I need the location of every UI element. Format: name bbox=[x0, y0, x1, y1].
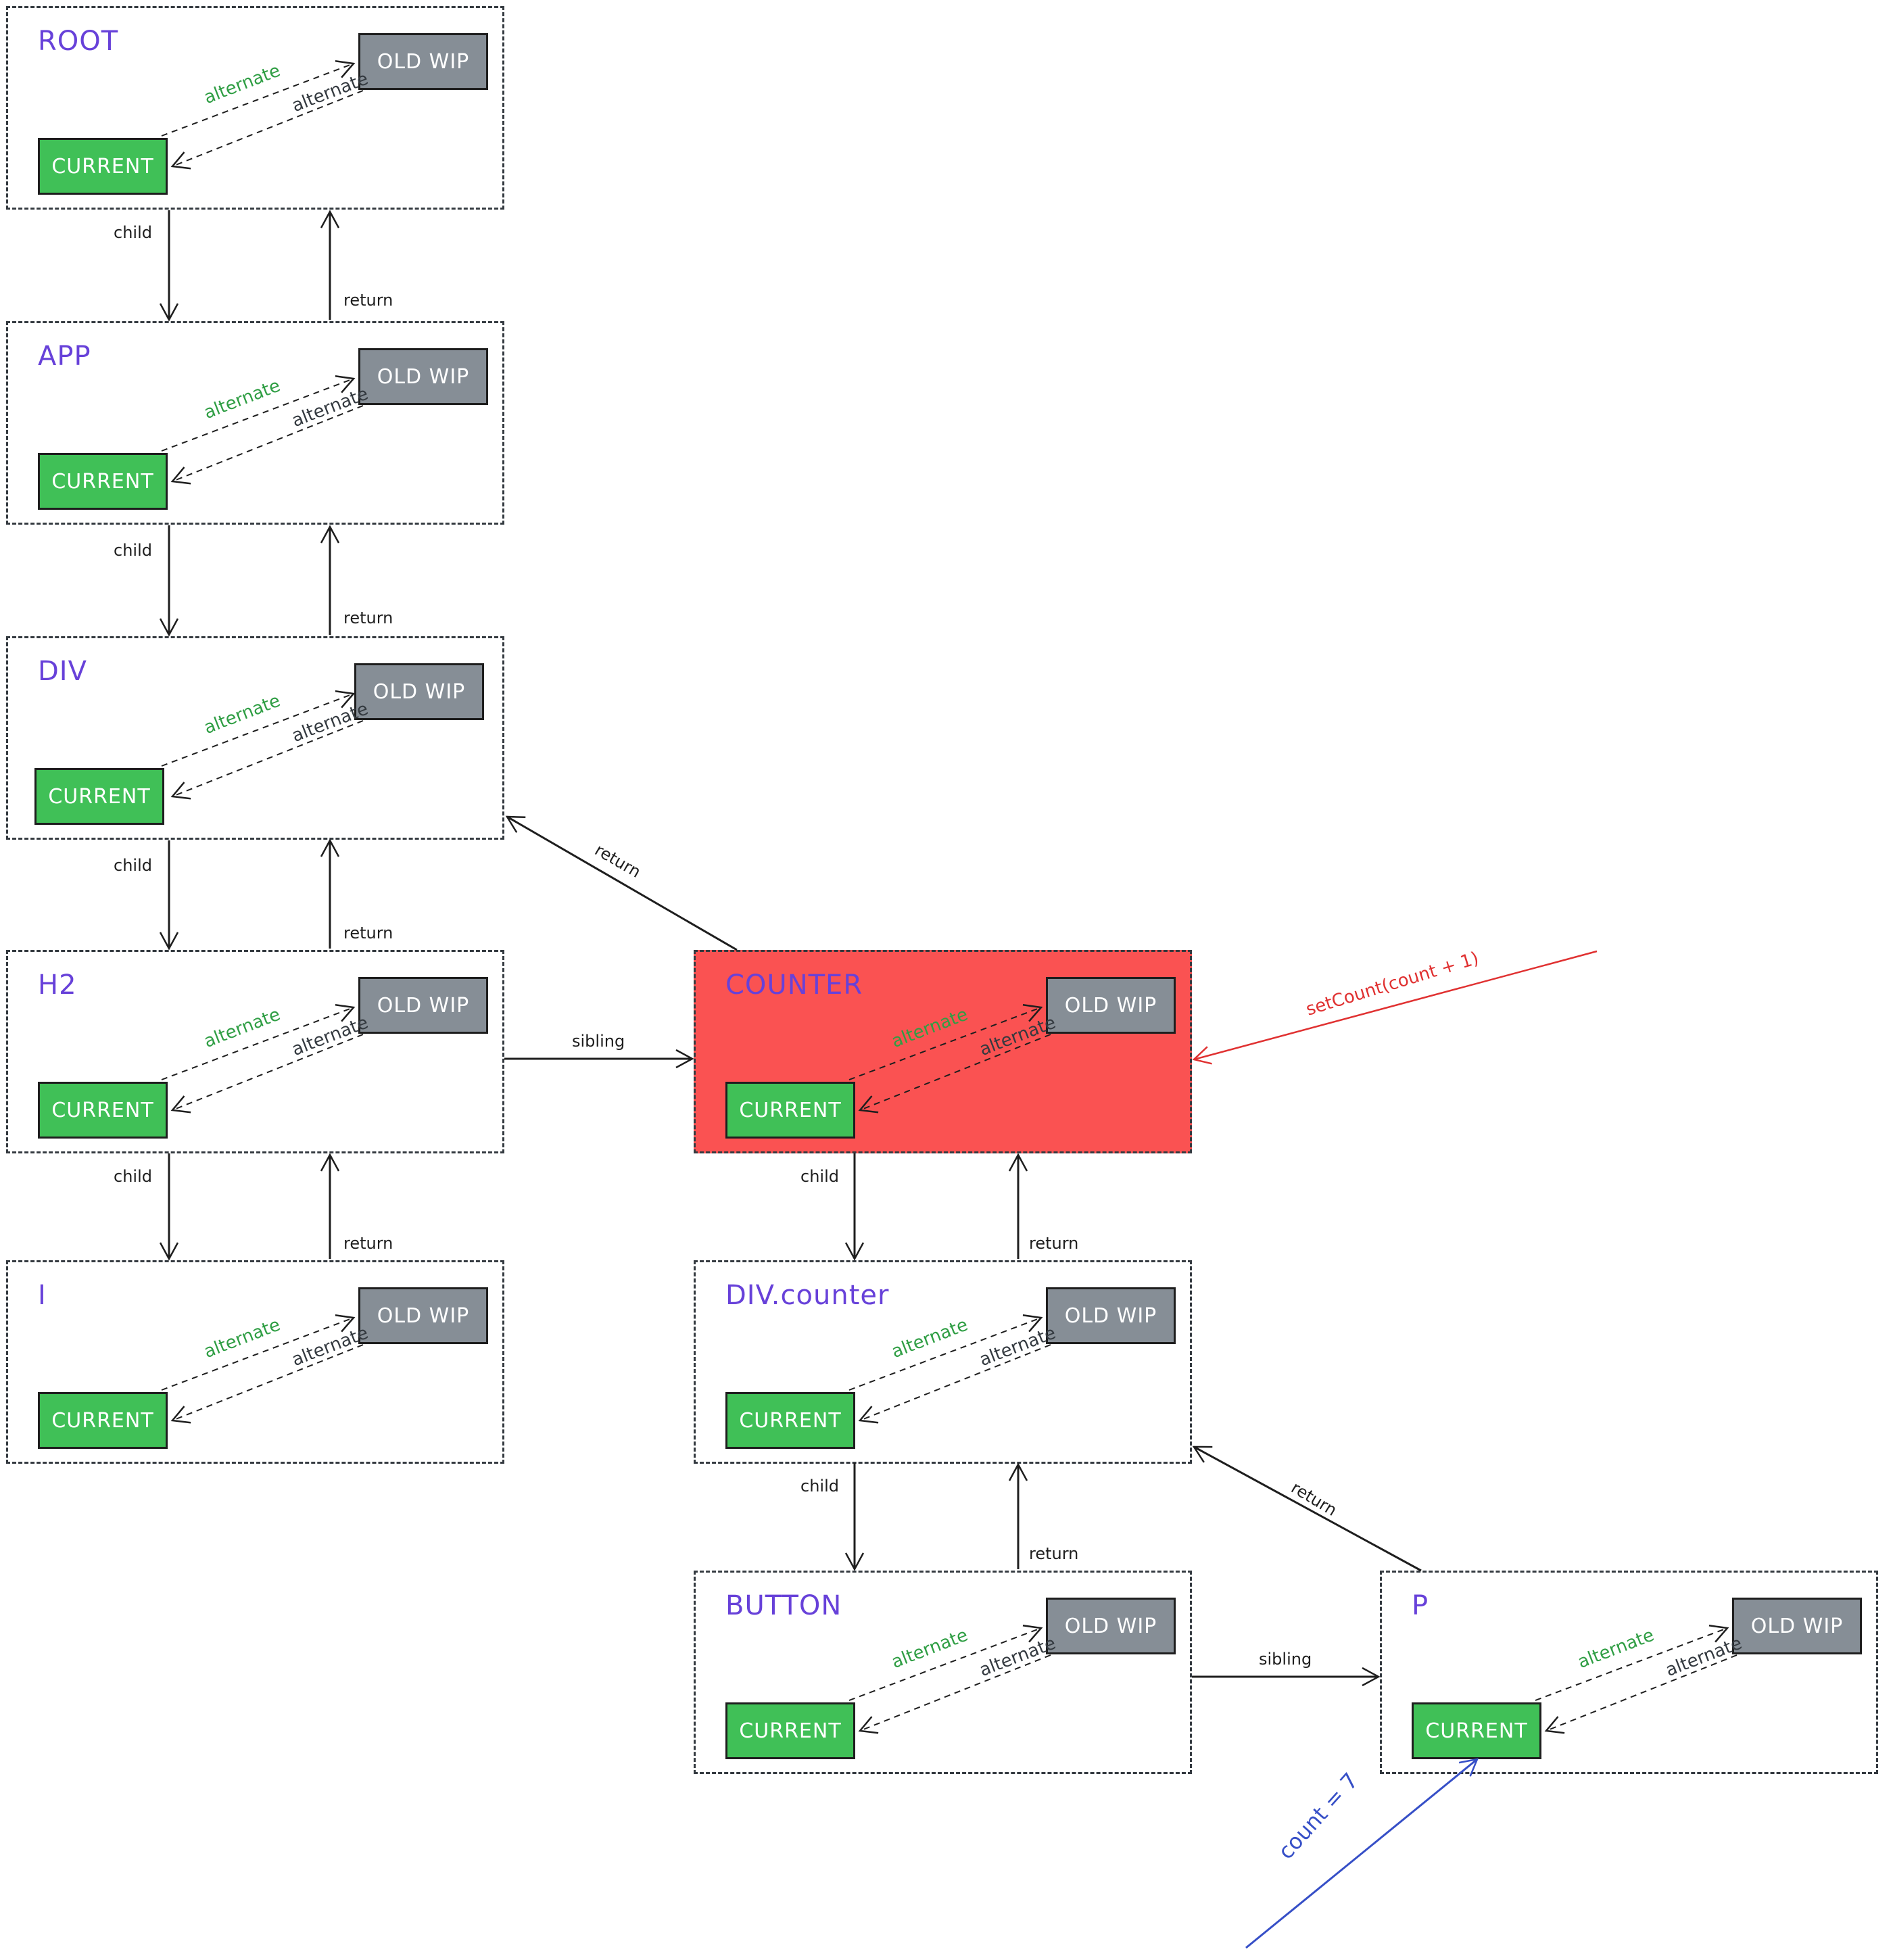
old-wip-fiber[interactable]: OLD WIP bbox=[1732, 1598, 1862, 1654]
node-label: H2 bbox=[38, 970, 77, 1001]
count-value-arrow bbox=[1245, 1758, 1479, 1949]
current-fiber[interactable]: CURRENT bbox=[38, 453, 168, 510]
edge-label-child: child bbox=[800, 1477, 839, 1496]
node-label: DIV bbox=[38, 656, 87, 687]
edge-label-return: return bbox=[343, 1234, 393, 1253]
edge-return-arrow bbox=[1192, 1445, 1422, 1572]
edge-label-return: return bbox=[1029, 1544, 1078, 1563]
edge-label-return: return bbox=[343, 924, 393, 942]
count-value-label: count = 7 bbox=[1273, 1768, 1364, 1865]
old-wip-fiber[interactable]: OLD WIP bbox=[354, 663, 484, 720]
node-counter[interactable]: COUNTER OLD WIP CURRENT bbox=[694, 950, 1192, 1153]
edge-label-child: child bbox=[114, 223, 152, 242]
current-fiber[interactable]: CURRENT bbox=[725, 1702, 855, 1759]
old-wip-fiber[interactable]: OLD WIP bbox=[358, 977, 488, 1034]
node-app[interactable]: APP OLD WIP CURRENT bbox=[6, 321, 504, 525]
node-button[interactable]: BUTTON OLD WIP CURRENT bbox=[694, 1571, 1192, 1774]
node-div-counter[interactable]: DIV.counter OLD WIP CURRENT bbox=[694, 1260, 1192, 1464]
edge-label-return: return bbox=[592, 840, 644, 882]
node-label: APP bbox=[38, 341, 91, 372]
edge-label-return: return bbox=[343, 291, 393, 310]
edge-return-arrow bbox=[505, 815, 738, 951]
node-label: I bbox=[38, 1280, 47, 1311]
edge-label-sibling: sibling bbox=[572, 1032, 625, 1051]
old-wip-fiber[interactable]: OLD WIP bbox=[358, 1287, 488, 1344]
current-fiber[interactable]: CURRENT bbox=[38, 138, 168, 195]
edge-label-return: return bbox=[1288, 1478, 1340, 1520]
current-fiber[interactable]: CURRENT bbox=[1412, 1702, 1541, 1759]
edge-label-child: child bbox=[114, 856, 152, 875]
diagram-canvas: ROOT OLD WIP CURRENT APP OLD WIP CURRENT… bbox=[0, 0, 1893, 1960]
old-wip-fiber[interactable]: OLD WIP bbox=[358, 348, 488, 405]
current-fiber[interactable]: CURRENT bbox=[38, 1082, 168, 1139]
edge-label-return: return bbox=[343, 608, 393, 627]
edge-label-child: child bbox=[800, 1167, 839, 1186]
node-div[interactable]: DIV OLD WIP CURRENT bbox=[6, 636, 504, 840]
old-wip-fiber[interactable]: OLD WIP bbox=[1046, 977, 1176, 1034]
node-label: DIV.counter bbox=[725, 1280, 890, 1311]
node-label: P bbox=[1412, 1590, 1429, 1621]
node-label: COUNTER bbox=[725, 970, 863, 1001]
current-fiber[interactable]: CURRENT bbox=[725, 1392, 855, 1449]
edge-label-child: child bbox=[114, 1167, 152, 1186]
old-wip-fiber[interactable]: OLD WIP bbox=[358, 33, 488, 90]
current-fiber[interactable]: CURRENT bbox=[725, 1082, 855, 1139]
node-label: ROOT bbox=[38, 26, 119, 57]
edge-label-sibling: sibling bbox=[1259, 1650, 1312, 1669]
node-p[interactable]: P OLD WIP CURRENT bbox=[1380, 1571, 1878, 1774]
node-i[interactable]: I OLD WIP CURRENT bbox=[6, 1260, 504, 1464]
edge-label-child: child bbox=[114, 541, 152, 560]
node-h2[interactable]: H2 OLD WIP CURRENT bbox=[6, 950, 504, 1153]
old-wip-fiber[interactable]: OLD WIP bbox=[1046, 1287, 1176, 1344]
set-count-label: setCount(count + 1) bbox=[1303, 948, 1481, 1020]
set-count-arrow bbox=[1192, 950, 1598, 1065]
edge-label-return: return bbox=[1029, 1234, 1078, 1253]
node-root[interactable]: ROOT OLD WIP CURRENT bbox=[6, 6, 504, 210]
current-fiber[interactable]: CURRENT bbox=[38, 1392, 168, 1449]
current-fiber[interactable]: CURRENT bbox=[34, 768, 164, 825]
node-label: BUTTON bbox=[725, 1590, 842, 1621]
old-wip-fiber[interactable]: OLD WIP bbox=[1046, 1598, 1176, 1654]
